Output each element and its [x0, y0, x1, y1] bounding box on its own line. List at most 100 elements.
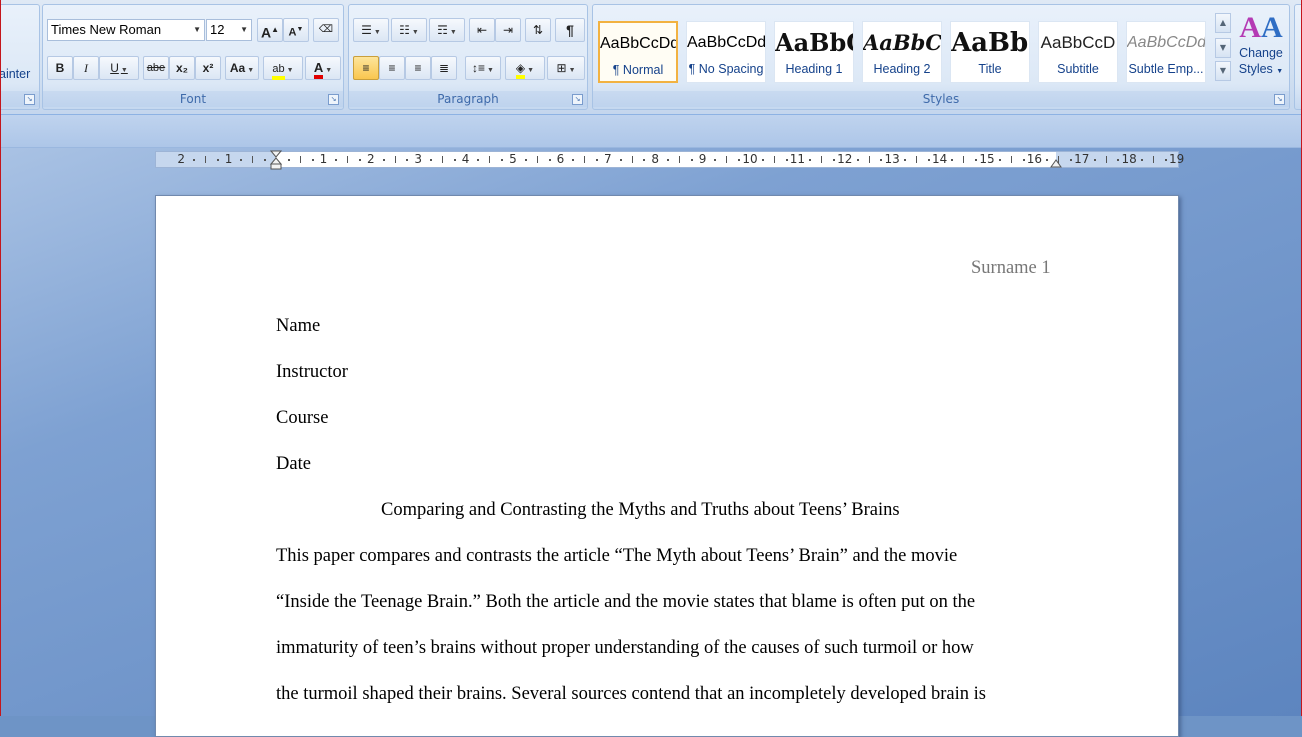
- font-color-button[interactable]: A ▼: [305, 56, 341, 80]
- underline-button[interactable]: U ▼: [99, 56, 139, 80]
- align-center-icon: ≡: [388, 61, 396, 75]
- bold-button[interactable]: B: [47, 56, 73, 80]
- show-marks-button[interactable]: ¶: [555, 18, 585, 42]
- style-sample: AaBbCcDd: [600, 35, 676, 52]
- ruler-number: 1: [224, 152, 233, 166]
- borders-icon: ⊞: [556, 61, 567, 75]
- style-tile[interactable]: AaBbC(Heading 1: [774, 21, 854, 83]
- body-line[interactable]: immaturity of teen’s brains without prop…: [276, 638, 974, 659]
- change-styles-label-1: Change: [1239, 46, 1283, 60]
- clipboard-launcher-icon[interactable]: ↘: [24, 94, 35, 105]
- style-tile[interactable]: AaBbCcDd Subtle Emp...: [1126, 21, 1206, 83]
- styles-group: AaBbCcDd ¶ Normal AaBbCcDd ¶ No Spacing AaBb…: [592, 4, 1290, 110]
- ruler-tick: [643, 159, 646, 161]
- horizontal-ruler[interactable]: 2 1 1 2 3 4 5 6 7 8 9 10 11 12 13 14 15 16 17 18 19: [155, 150, 1184, 171]
- style-name: ¶ Normal: [612, 63, 664, 77]
- ruler-tick: [726, 156, 728, 163]
- first-line-indent-icon[interactable]: [270, 150, 282, 171]
- paragraph-launcher-icon[interactable]: ↘: [572, 94, 583, 105]
- ruler-tick: [1141, 159, 1144, 161]
- page-header[interactable]: Surname 1: [971, 258, 1051, 279]
- align-left-button[interactable]: ≡: [353, 56, 379, 80]
- style-sample: AaBbCc: [863, 30, 941, 55]
- gallery-scroll-down[interactable]: ▼: [1215, 38, 1231, 58]
- sort-button[interactable]: ⇅: [525, 18, 551, 42]
- ruler-tick: [915, 156, 917, 163]
- highlight-button[interactable]: ab ▼: [263, 56, 303, 80]
- document-page[interactable]: Surname 1 Name Instructor Course Date Co…: [155, 195, 1179, 737]
- style-tile[interactable]: AaBbCc Heading 2: [862, 21, 942, 83]
- font-size-value: 12: [210, 22, 225, 37]
- ruler-number: 2: [177, 152, 186, 166]
- ruler-tick: [299, 156, 301, 163]
- ruler-tick: [501, 159, 504, 161]
- ruler-number: 19: [1168, 152, 1185, 166]
- style-tile[interactable]: AaBbCcDd ¶ No Spacing: [686, 21, 766, 83]
- ruler-tick: [761, 159, 764, 161]
- ruler-tick: [216, 159, 219, 161]
- style-sample: AaBb(: [951, 28, 1029, 58]
- ruler-number: 3: [414, 152, 423, 166]
- ruler-number: 12: [837, 152, 853, 166]
- italic-button[interactable]: I: [73, 56, 99, 80]
- multilevel-list-button[interactable]: ☶ ▼: [429, 18, 465, 42]
- ruler-number: 17: [1074, 152, 1090, 166]
- justify-button[interactable]: ≣: [431, 56, 457, 80]
- grow-font-button[interactable]: A▲: [257, 18, 283, 42]
- font-size-combo[interactable]: 12 ▼: [206, 19, 252, 41]
- ribbon: ainter ↘ Times New Roman ▼ 12 ▼ A▲ A▼ ⌫ …: [0, 0, 1302, 115]
- ruler-tick: [927, 159, 930, 161]
- line-spacing-button[interactable]: ↕≡ ▼: [465, 56, 501, 80]
- ruler-tick: [714, 159, 717, 161]
- ruler-tick: [382, 159, 385, 161]
- style-tile[interactable]: AaBbCcDd ¶ Normal: [598, 21, 678, 83]
- change-case-button[interactable]: Aa ▼: [225, 56, 259, 80]
- subscript-button[interactable]: x₂: [169, 56, 195, 80]
- body-line[interactable]: the turmoil shaped their brains. Several…: [276, 684, 986, 705]
- style-tile[interactable]: AaBbCcD Subtitle: [1038, 21, 1118, 83]
- doc-line-name[interactable]: Name: [276, 316, 320, 337]
- decrease-indent-button[interactable]: ⇤: [469, 18, 495, 42]
- clear-formatting-button[interactable]: ⌫: [313, 18, 339, 42]
- style-name: Subtitle: [1057, 62, 1099, 76]
- align-right-button[interactable]: ≡: [405, 56, 431, 80]
- increase-indent-button[interactable]: ⇥: [495, 18, 521, 42]
- ruler-tick: [347, 156, 349, 163]
- align-center-button[interactable]: ≡: [379, 56, 405, 80]
- change-styles-button[interactable]: AA Change Styles ▼: [1235, 11, 1287, 91]
- styles-group-label: Styles: [593, 91, 1289, 107]
- doc-line-course[interactable]: Course: [276, 408, 328, 429]
- doc-line-instructor[interactable]: Instructor: [276, 362, 348, 383]
- style-tile[interactable]: AaBb(Title: [950, 21, 1030, 83]
- ruler-tick: [821, 156, 823, 163]
- document-title[interactable]: Comparing and Contrasting the Myths and …: [381, 500, 900, 521]
- ruler-tick: [358, 159, 361, 161]
- ruler-tick: [738, 159, 741, 161]
- multilevel-list-icon: ☶: [437, 23, 448, 37]
- numbering-icon: ☷: [399, 23, 410, 37]
- gallery-scroll-up[interactable]: ▲: [1215, 13, 1231, 33]
- ruler-tick: [631, 156, 633, 163]
- borders-button[interactable]: ⊞ ▼: [547, 56, 585, 80]
- shrink-font-button[interactable]: A▼: [283, 18, 309, 42]
- bullets-button[interactable]: ☰ ▼: [353, 18, 389, 42]
- ruler-tick: [678, 156, 680, 163]
- body-line[interactable]: This paper compares and contrasts the ar…: [276, 546, 957, 567]
- ruler-tick: [536, 156, 538, 163]
- styles-launcher-icon[interactable]: ↘: [1274, 94, 1285, 105]
- body-line[interactable]: “Inside the Teenage Brain.” Both the art…: [276, 592, 975, 613]
- right-indent-icon[interactable]: [1050, 156, 1062, 168]
- ruler-tick: [489, 156, 491, 163]
- font-name-combo[interactable]: Times New Roman ▼: [47, 19, 205, 41]
- strikethrough-button[interactable]: abe: [143, 56, 169, 80]
- gallery-more[interactable]: ▼: [1215, 61, 1231, 81]
- paragraph-group: ☰ ▼ ☷ ▼ ☶ ▼ ⇤ ⇥ ⇅ ¶ ≡ ≡ ≡ ≣ ↕≡ ▼ ◈ ▼ ⊞ ▼ Parag…: [348, 4, 588, 110]
- font-launcher-icon[interactable]: ↘: [328, 94, 339, 105]
- ruler-tick: [240, 159, 243, 161]
- shading-button[interactable]: ◈ ▼: [505, 56, 545, 80]
- doc-line-date[interactable]: Date: [276, 454, 311, 475]
- change-styles-icon: AA: [1239, 11, 1283, 44]
- superscript-button[interactable]: x²: [195, 56, 221, 80]
- numbering-button[interactable]: ☷ ▼: [391, 18, 427, 42]
- format-painter-label[interactable]: ainter: [0, 67, 30, 81]
